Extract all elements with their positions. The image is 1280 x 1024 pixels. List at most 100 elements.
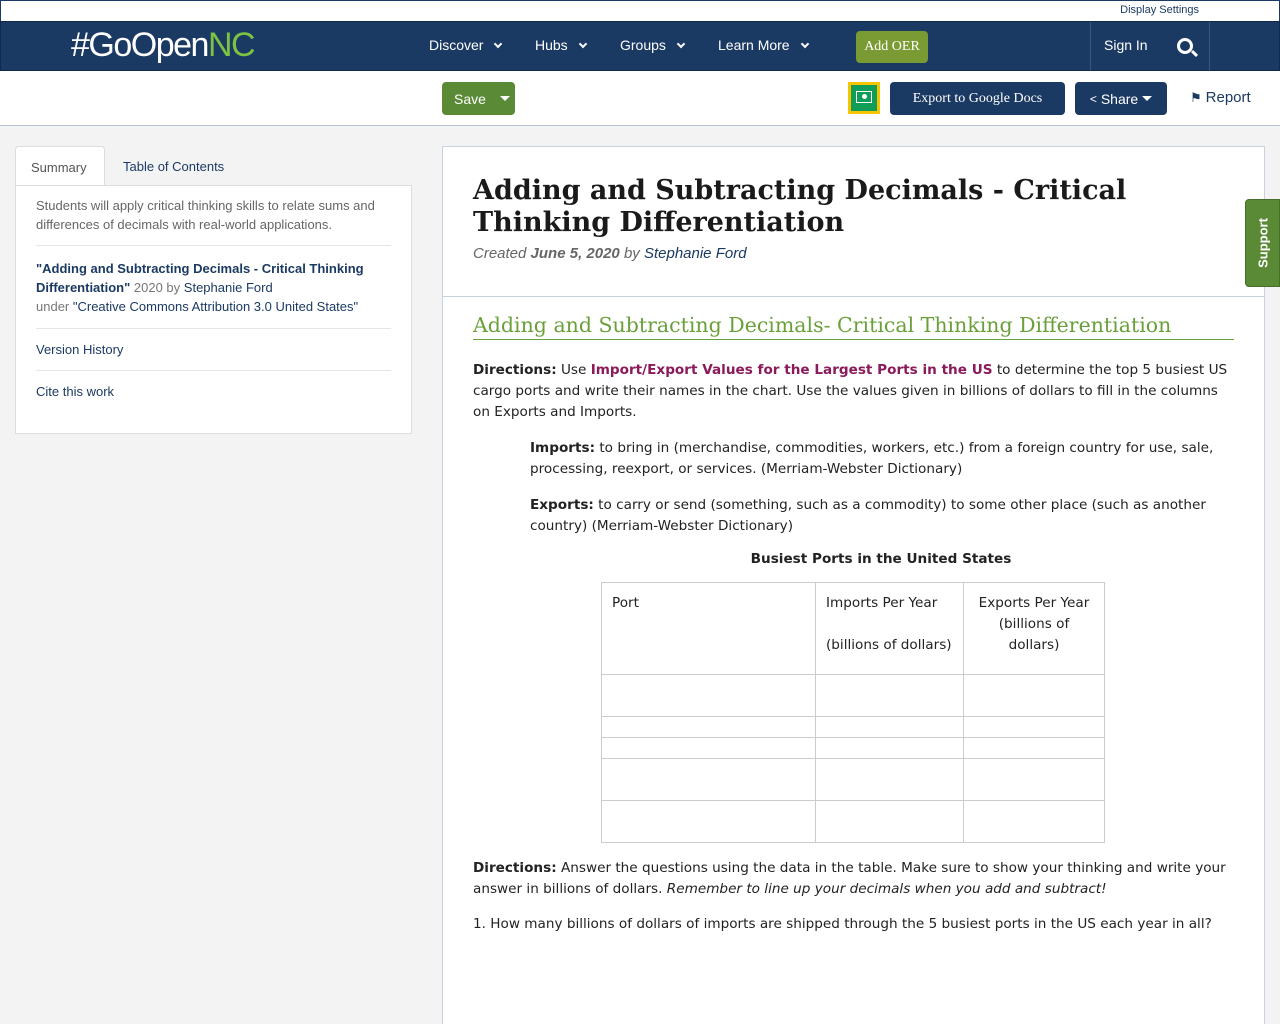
table-cell[interactable] [815,716,964,738]
table-cell[interactable] [815,758,964,801]
directions-label: Directions: [473,362,557,378]
directions-use: Use [556,362,591,378]
table-row [601,737,1105,759]
table-cell[interactable] [963,716,1105,738]
report-link[interactable]: ⚑ Report [1190,89,1251,106]
header-imports-label: Imports Per Year [826,595,938,611]
table-cell[interactable] [815,800,964,843]
page-title: Adding and Subtracting Decimals - Critic… [473,175,1127,238]
table-cell[interactable] [963,800,1105,843]
created-line: Created June 5, 2020 by Stephanie Ford [473,245,1234,262]
main-content-card: Adding and Subtracting Decimals - Critic… [442,146,1265,1024]
created-label: Created [473,245,531,262]
flag-icon: ⚑ [1190,89,1202,105]
ports-data-link[interactable]: Import/Export Values for the Largest Por… [591,362,993,378]
attribution-author-link[interactable]: Stephanie Ford [184,280,273,295]
save-label: Save [454,90,486,107]
ports-table: Port Imports Per Year (billions of dollar… [601,582,1105,843]
logo-accent: NC [207,26,256,64]
version-history-link[interactable]: Version History [36,329,391,371]
table-row [601,758,1105,801]
nav-discover-label: Discover [429,37,484,53]
share-label: Share [1100,90,1139,107]
nav-user-area: Sign In [1090,22,1210,71]
created-date: June 5, 2020 [530,245,620,262]
export-google-docs-button[interactable]: Export to Google Docs [890,82,1065,115]
table-cell[interactable] [963,758,1105,801]
resource-toolbar: Save Export to Google Docs < Share ⚑ Rep… [0,71,1280,126]
exports-text: to carry or send (something, such as a c… [530,497,1206,534]
support-tab[interactable]: Support [1245,199,1280,287]
imports-label: Imports: [530,440,596,456]
chevron-down-icon [494,39,503,48]
main-navbar: #GoOpenNC Discover Hubs Groups Learn Mor… [0,21,1280,71]
table-header-row: Port Imports Per Year (billions of dollar… [601,582,1105,675]
attribution-under: under [36,299,73,314]
exports-definition: Exports: to carry or send (something, su… [530,495,1234,537]
chevron-down-icon [578,39,587,48]
share-button[interactable]: < Share [1075,82,1167,115]
resource-body: Adding and Subtracting Decimals- Critica… [443,297,1264,935]
sidebar-tabs: Summary Table of Contents [15,146,412,187]
sidebar-summary-panel: Students will apply critical thinking sk… [15,185,412,434]
table-cell[interactable] [815,737,964,759]
table-cell[interactable] [815,674,964,717]
utility-bar: Display Settings [0,0,1280,21]
directions-2-reminder: Remember to line up your decimals when y… [666,881,1107,897]
cite-work-link[interactable]: Cite this work [36,371,391,412]
header-imports: Imports Per Year (billions of dollars) [815,582,964,675]
nav-learn-more-label: Learn More [718,37,790,53]
created-by: by [619,245,644,262]
table-cell[interactable] [601,800,816,843]
table-row [601,716,1105,738]
sign-in-link[interactable]: Sign In [1104,37,1148,53]
table-row [601,800,1105,843]
add-oer-button[interactable]: Add OER [856,31,928,63]
author-link[interactable]: Stephanie Ford [644,245,747,262]
caret-down-icon [499,96,510,101]
nav-discover[interactable]: Discover [429,37,503,53]
table-cell[interactable] [963,674,1105,717]
table-cell[interactable] [601,716,816,738]
license-link[interactable]: "Creative Commons Attribution 3.0 United… [73,299,358,314]
table-cell[interactable] [601,674,816,717]
imports-text: to bring in (merchandise, commodities, w… [530,440,1214,477]
header-imports-unit: (billions of dollars) [826,637,952,653]
tab-table-of-contents[interactable]: Table of Contents [108,146,239,186]
answer-directions: Directions: Answer the questions using t… [473,858,1234,900]
search-icon[interactable] [1177,38,1193,54]
directions-2-label: Directions: [473,860,557,876]
chevron-down-icon [676,39,686,48]
table-cell[interactable] [963,737,1105,759]
nav-groups-label: Groups [620,37,666,53]
exports-label: Exports: [530,497,594,513]
support-label: Support [1255,218,1270,268]
caret-down-icon [1142,96,1153,101]
nav-hubs-label: Hubs [535,37,568,53]
summary-text: Students will apply critical thinking sk… [36,196,391,246]
table-cell[interactable] [601,737,816,759]
table-title: Busiest Ports in the United States [750,551,1012,567]
google-classroom-icon[interactable] [848,82,880,114]
table-row [601,674,1105,717]
save-button[interactable]: Save [442,82,515,115]
site-logo[interactable]: #GoOpenNC [71,26,256,65]
section-heading: Adding and Subtracting Decimals- Critica… [473,313,1234,340]
attribution: "Adding and Subtracting Decimals - Criti… [36,246,391,329]
header-exports: Exports Per Year (billions of dollars) [963,582,1105,675]
report-label: Report [1205,89,1251,106]
nav-hubs[interactable]: Hubs [535,37,587,53]
chevron-down-icon [800,39,809,48]
tab-summary[interactable]: Summary [15,146,105,187]
display-settings-link[interactable]: Display Settings [1120,4,1199,16]
nav-learn-more[interactable]: Learn More [718,37,809,53]
share-icon: < [1089,91,1097,106]
logo-text: #GoOpen [71,26,209,64]
attribution-year: 2020 by [130,280,184,295]
nav-groups[interactable]: Groups [620,37,686,53]
directions-paragraph: Directions: Use Import/Export Values for… [473,360,1234,423]
question-1: 1. How many billions of dollars of impor… [473,916,1212,932]
table-cell[interactable] [601,758,816,801]
imports-definition: Imports: to bring in (merchandise, commo… [530,438,1234,480]
classroom-person-shape [862,94,867,99]
